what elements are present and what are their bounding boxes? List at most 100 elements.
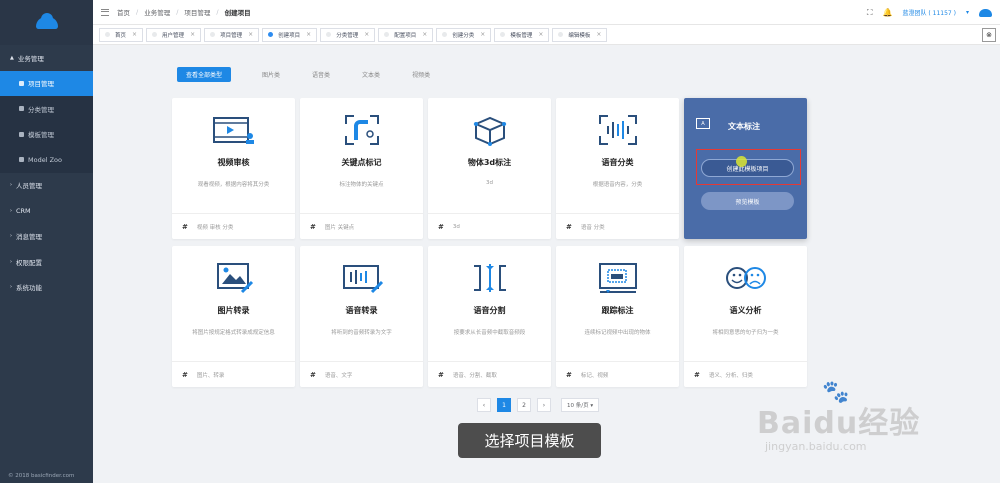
sidebar-item-model-zoo[interactable]: Model Zoo xyxy=(0,147,93,173)
category-icon xyxy=(19,106,24,112)
next-page-button[interactable]: › xyxy=(537,398,551,412)
template-desc: 观看视频，根据内容将其分类 xyxy=(197,182,270,188)
hash-icon: # xyxy=(438,222,444,231)
emotion-icon xyxy=(725,267,766,289)
template-card-audio-transcribe[interactable]: 语音转录 将听到的音频转录为文字 # 语音、文字 xyxy=(300,246,423,387)
template-card-video-review[interactable]: 视频审核 观看视频，根据内容将其分类 # 视频 审核 分类 xyxy=(172,98,295,239)
template-card-audio-split[interactable]: 语音分割 按要求从长音频中截取音频段 # 语音、分割、截取 xyxy=(428,246,551,387)
template-card-text-label[interactable]: A 文本标注 创建此模板项目 预览模板 xyxy=(684,98,807,239)
audio-split-icon xyxy=(473,264,506,292)
text-label-icon: A xyxy=(696,118,710,129)
sidebar-item-categories[interactable]: 分类管理 xyxy=(0,96,93,122)
tab-templates[interactable]: 模板管理 × xyxy=(494,27,550,42)
template-name: 语音分割 xyxy=(473,306,506,315)
close-icon[interactable]: × xyxy=(248,31,253,38)
page-size-select[interactable]: 10 条/页 ▾ xyxy=(561,398,600,412)
video-caption: 选择项目模板 xyxy=(458,423,601,458)
mouse-cursor xyxy=(736,156,747,167)
video-icon xyxy=(212,117,254,144)
tab-home[interactable]: 首页 × xyxy=(99,27,144,42)
sidebar-item-projects[interactable]: 项目管理 xyxy=(0,70,93,96)
page-1-button[interactable]: 1 xyxy=(497,398,511,412)
audio-transcribe-icon xyxy=(342,265,383,294)
template-grid: 视频审核 观看视频，根据内容将其分类 # 视频 审核 分类 关键点标记 标注物体的… xyxy=(172,98,807,387)
chevron-right-icon: › xyxy=(10,284,12,291)
close-icon[interactable]: × xyxy=(190,31,195,38)
close-icon[interactable]: × xyxy=(480,31,485,38)
template-name: 视频审核 xyxy=(217,158,250,167)
hash-icon: # xyxy=(182,370,188,379)
user-menu[interactable]: 蓝澄团队 ( 11157 ) xyxy=(902,8,956,17)
filter-text[interactable]: 文本类 xyxy=(353,67,389,82)
template-card-audio-classify[interactable]: 语音分类 根据语音内容，分类 # 语音 分类 xyxy=(556,98,679,239)
sidebar-item-personnel[interactable]: › 人员管理 xyxy=(0,173,93,199)
template-tags: # 视频 审核 分类 xyxy=(172,213,295,239)
avatar[interactable] xyxy=(979,8,992,17)
template-name: 语义分析 xyxy=(729,306,762,315)
create-template-project-button[interactable]: 创建此模板项目 xyxy=(701,159,794,177)
filter-image[interactable]: 图片类 xyxy=(253,67,289,82)
chevron-down-icon[interactable]: ▾ xyxy=(966,9,969,16)
tab-create-project[interactable]: 创建项目 × xyxy=(262,27,318,42)
sidebar-item-crm[interactable]: › CRM xyxy=(0,198,93,224)
app-logo[interactable] xyxy=(0,0,93,45)
model-zoo-icon xyxy=(19,157,24,163)
prev-page-button[interactable]: ‹ xyxy=(477,398,491,412)
bell-icon[interactable]: 🔔 xyxy=(883,8,893,17)
close-icon[interactable]: × xyxy=(422,31,427,38)
template-desc: 将听到的音频转录为文字 xyxy=(331,330,392,336)
sidebar-item-messages[interactable]: › 消息管理 xyxy=(0,224,93,250)
template-card-tracking[interactable]: 跟踪标注 连续标记视频中出现的物体 # 标记、视频 xyxy=(556,246,679,387)
close-all-tabs-icon[interactable]: ⊗ xyxy=(982,28,996,42)
template-card-semantic[interactable]: 语义分析 将相同意思的句子归为一类 # 语义、分析、归类 xyxy=(684,246,807,387)
filter-audio[interactable]: 语音类 xyxy=(303,67,339,82)
hash-icon: # xyxy=(182,222,188,231)
template-icon xyxy=(19,131,24,137)
tab-categories[interactable]: 分类管理 × xyxy=(320,27,376,42)
breadcrumb: 首页 / 业务管理 / 项目管理 / 创建项目 xyxy=(117,7,251,17)
breadcrumb-business[interactable]: 业务管理 xyxy=(144,7,170,17)
preview-template-button[interactable]: 预览模板 xyxy=(701,192,794,210)
breadcrumb-projects[interactable]: 项目管理 xyxy=(184,7,210,17)
close-icon[interactable]: × xyxy=(538,31,543,38)
template-desc: 3d xyxy=(486,180,493,186)
breadcrumb-home[interactable]: 首页 xyxy=(117,7,130,17)
cloud-logo-icon xyxy=(35,12,58,29)
tab-projects[interactable]: 项目管理 × xyxy=(204,27,260,42)
filter-all[interactable]: 查看全部类型 xyxy=(177,67,232,82)
audio-classify-icon xyxy=(598,115,637,145)
hamburger-icon[interactable] xyxy=(101,8,109,16)
template-card-image-transcribe[interactable]: 图片转录 将图片按规定格式转录成规定信息 # 图片、转录 xyxy=(172,246,295,387)
template-desc: 标注物体的关键点 xyxy=(339,182,384,188)
template-desc: 按要求从长音频中截取音频段 xyxy=(453,330,526,336)
fullscreen-icon[interactable]: ⛶ xyxy=(867,8,873,18)
sidebar-item-permissions[interactable]: › 权限配置 xyxy=(0,249,93,275)
sidebar-item-business[interactable]: ▲ 业务管理 xyxy=(0,45,93,71)
page-2-button[interactable]: 2 xyxy=(517,398,531,412)
template-tags: # 语音、分割、截取 xyxy=(428,361,551,387)
close-icon[interactable]: × xyxy=(132,31,137,38)
tab-create-category[interactable]: 创建分类 × xyxy=(436,27,492,42)
template-tags: #3d xyxy=(428,213,551,239)
template-card-keypoint[interactable]: 关键点标记 标注物体的关键点 # 图片 关键点 xyxy=(300,98,423,239)
template-name: 物体3d标注 xyxy=(467,158,512,167)
type-filters: 查看全部类型 图片类 语音类 文本类 视频类 xyxy=(177,67,453,82)
tab-users[interactable]: 用户管理 × xyxy=(146,27,202,42)
close-icon[interactable]: × xyxy=(306,31,311,38)
pagination: ‹ 1 2 › 10 条/页 ▾ xyxy=(477,398,600,412)
template-desc: 将相同意思的句子归为一类 xyxy=(712,330,779,336)
sidebar-item-system[interactable]: › 系统功能 xyxy=(0,275,93,301)
tab-config-project[interactable]: 配置项目 × xyxy=(378,27,434,42)
sidebar-item-templates[interactable]: 模板管理 xyxy=(0,121,93,147)
top-right-actions: ⛶ 🔔 蓝澄团队 ( 11157 ) ▾ xyxy=(867,0,992,25)
sidebar-menu: ▲ 业务管理 项目管理 分类管理 模板管理 Model Zoo › 人员管理 › CR… xyxy=(0,45,93,300)
sidebar: ▲ 业务管理 项目管理 分类管理 模板管理 Model Zoo › 人员管理 › CR… xyxy=(0,0,93,483)
template-card-3d[interactable]: 物体3d标注 3d #3d xyxy=(428,98,551,239)
close-icon[interactable]: × xyxy=(364,31,369,38)
template-desc: 将图片按规定格式转录成规定信息 xyxy=(192,330,275,336)
watermark-brand: Baidu经验 xyxy=(757,406,921,441)
filter-video[interactable]: 视频类 xyxy=(403,67,439,82)
watermark-url: jingyan.baidu.com xyxy=(765,440,867,453)
close-icon[interactable]: × xyxy=(596,31,601,38)
tab-edit-template[interactable]: 编辑模板 × xyxy=(552,27,608,42)
